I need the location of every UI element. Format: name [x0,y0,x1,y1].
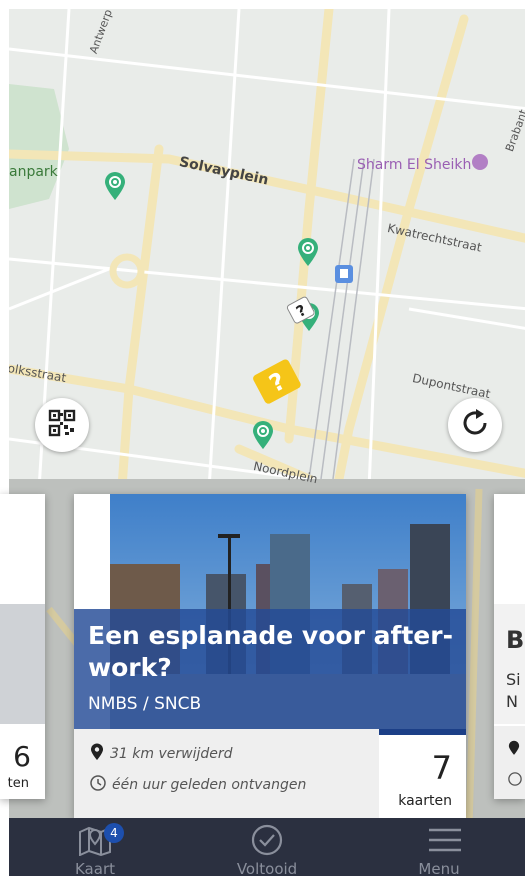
distance-row: 31 km verwijderd [90,743,233,765]
card-title: B [506,626,525,654]
refresh-icon [459,407,491,444]
received-row: één uur geleden ontvangen [90,775,306,795]
card-info: 31 km verwijderd één uur geleden ontvang… [74,729,379,819]
quest-card-previous[interactable]: 6 ten [0,494,45,799]
location-marker-icon [90,743,104,765]
bottom-tab-bar: 4 Kaart Voltooid Menu [9,818,525,878]
card-count-label: kaarten [398,793,452,809]
location-marker-icon [508,740,520,761]
tab-label: Kaart [74,860,115,878]
tab-menu[interactable]: Menu [353,818,525,878]
tab-label: Voltooid [236,860,298,878]
card-count-box: 7 kaarten [379,729,466,819]
qr-scan-icon [47,408,77,443]
card-distance: 31 km verwijderd [110,746,233,762]
tab-voltooid[interactable]: Voltooid [181,818,353,878]
card-title: Een esplanade voor after-work? [88,621,453,682]
quest-card[interactable]: Een esplanade voor after-work? NMBS / SN… [74,494,466,819]
card-count-label: ten [7,776,29,791]
card-count: 6 [13,740,31,773]
refresh-button[interactable] [448,398,502,452]
clock-icon [90,775,106,795]
menu-icon [427,826,463,859]
clock-icon [508,772,522,791]
card-subtitle-line2: N [506,692,518,711]
map-label-poi: Sharm El Sheikh [357,157,472,173]
tab-kaart[interactable]: 4 Kaart [9,818,181,878]
card-count: 7 [431,749,452,787]
map-label-park: anpark [9,164,58,180]
card-subtitle: NMBS / SNCB [88,694,202,714]
tab-badge: 4 [104,823,124,843]
check-circle-icon [251,824,283,861]
tab-label: Menu [418,860,460,878]
card-subtitle-line1: Si [506,670,521,689]
qr-scan-button[interactable] [35,398,89,452]
quest-card-next[interactable]: B Si N [494,494,525,799]
card-received: één uur geleden ontvangen [112,777,307,793]
